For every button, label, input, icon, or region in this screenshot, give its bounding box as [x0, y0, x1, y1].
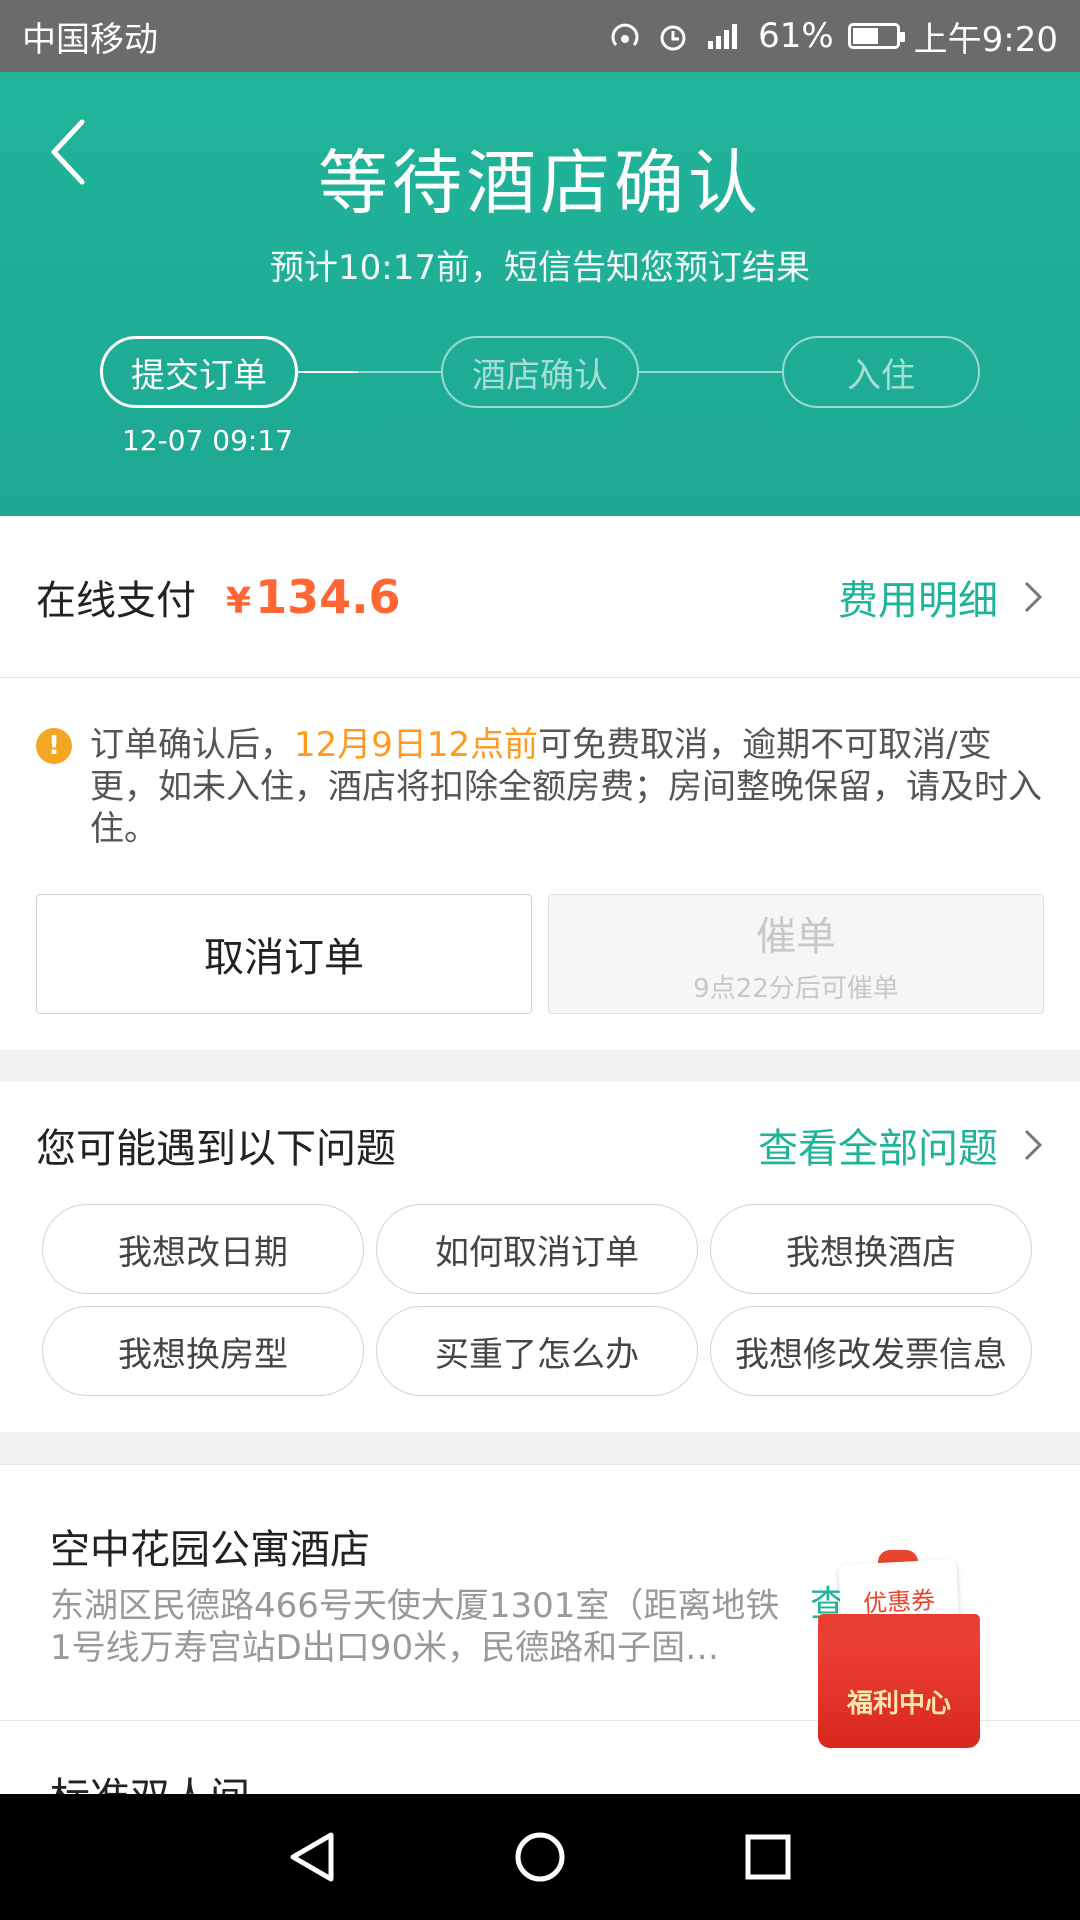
faq-chip[interactable]: 买重了怎么办 — [376, 1306, 698, 1396]
step-submit-order: 提交订单 — [100, 336, 298, 408]
cancel-order-button[interactable]: 取消订单 — [36, 894, 532, 1014]
view-all-label: 查看全部问题 — [758, 1126, 998, 1172]
chevron-right-icon — [1024, 581, 1043, 612]
step-check-in: 入住 — [782, 336, 980, 408]
progress-steps: 提交订单 酒店确认 入住 — [100, 336, 980, 408]
notice-text: 订单确认后，12月9日12点前可免费取消，逾期不可取消/变更，如未入住，酒店将扣… — [90, 724, 1046, 850]
view-all-questions-link[interactable]: 查看全部问题 — [758, 1116, 1044, 1174]
welfare-center-float-button[interactable]: 优惠券 福利中心 — [814, 1550, 984, 1750]
signal-icon — [708, 24, 738, 49]
faq-chip[interactable]: 我想换酒店 — [710, 1204, 1032, 1294]
payment-label: 在线支付 — [36, 577, 196, 624]
payment-amount: ¥134.6 — [226, 570, 401, 624]
faq-chip[interactable]: 我想修改发票信息 — [710, 1306, 1032, 1396]
hotel-name: 空中花园公寓酒店 — [50, 1527, 370, 1573]
faq-chip[interactable]: 我想换房型 — [42, 1306, 364, 1396]
faq-title: 您可能遇到以下问题 — [36, 1126, 396, 1172]
faq-chips: 我想改日期 如何取消订单 我想换酒店 我想换房型 买重了怎么办 我想修改发票信息 — [42, 1204, 1032, 1396]
notice-text-before: 订单确认后， — [90, 725, 294, 765]
faq-header: 您可能遇到以下问题 查看全部问题 — [36, 1116, 1044, 1174]
nav-home-icon[interactable] — [512, 1829, 568, 1885]
order-status-header: 等待酒店确认 预计10:17前，短信告知您预订结果 提交订单 酒店确认 入住 1… — [0, 72, 1080, 516]
step-submit-time: 12-07 09:17 — [122, 424, 293, 457]
fee-detail-label: 费用明细 — [838, 577, 998, 624]
red-envelope-flap — [818, 1614, 980, 1654]
battery-icon — [847, 23, 905, 49]
step-connector — [298, 371, 358, 373]
step-hotel-confirm: 酒店确认 — [441, 336, 639, 408]
fee-detail-link[interactable]: 费用明细 — [838, 568, 1044, 626]
battery-percent: 61% — [758, 16, 834, 56]
cancellation-card: ! 订单确认后，12月9日12点前可免费取消，逾期不可取消/变更，如未入住，酒店… — [0, 678, 1080, 1050]
system-nav-bar — [0, 1794, 1080, 1920]
faq-section: 您可能遇到以下问题 查看全部问题 我想改日期 如何取消订单 我想换酒店 我想换房… — [0, 1082, 1080, 1432]
step-connector — [358, 371, 441, 373]
alarm-icon — [660, 25, 686, 51]
currency-symbol: ¥ — [226, 580, 252, 622]
page-title: 等待酒店确认 — [318, 142, 762, 224]
status-bar: 中国移动 61% 上午9:20 — [0, 0, 1080, 72]
room-type: 标准双人间 — [50, 1765, 250, 1794]
battery-fill — [852, 28, 879, 44]
nav-back-icon[interactable] — [287, 1829, 337, 1885]
status-icons: 61% 上午9:20 — [608, 12, 1058, 61]
amount-value: 134.6 — [255, 569, 401, 624]
step-connector — [639, 371, 782, 373]
urge-order-label: 催单 — [756, 913, 836, 960]
order-actions: 取消订单 催单 9点22分后可催单 — [36, 894, 1044, 1014]
payment-row: 在线支付 ¥134.6 费用明细 — [0, 516, 1080, 678]
urge-order-button[interactable]: 催单 9点22分后可催单 — [548, 894, 1044, 1014]
warning-icon: ! — [36, 728, 72, 764]
cancel-order-label: 取消订单 — [204, 935, 364, 981]
cancellation-notice: ! 订单确认后，12月9日12点前可免费取消，逾期不可取消/变更，如未入住，酒店… — [36, 724, 1046, 850]
hotel-address: 东湖区民德路466号天使大厦1301室（距离地铁1号线万寿宫站D出口90米，民德… — [50, 1586, 780, 1668]
faq-chip[interactable]: 如何取消订单 — [376, 1204, 698, 1294]
free-cancel-deadline: 12月9日12点前 — [294, 725, 539, 765]
nav-recents-icon[interactable] — [743, 1832, 793, 1882]
page-subtitle: 预计10:17前，短信告知您预订结果 — [270, 248, 810, 288]
hotspot-icon — [611, 23, 639, 46]
faq-chip[interactable]: 我想改日期 — [42, 1204, 364, 1294]
urge-order-hint: 9点22分后可催单 — [693, 973, 899, 1004]
chevron-right-icon — [1024, 1129, 1043, 1161]
carrier-name: 中国移动 — [22, 19, 158, 60]
clock: 上午9:20 — [913, 19, 1058, 60]
